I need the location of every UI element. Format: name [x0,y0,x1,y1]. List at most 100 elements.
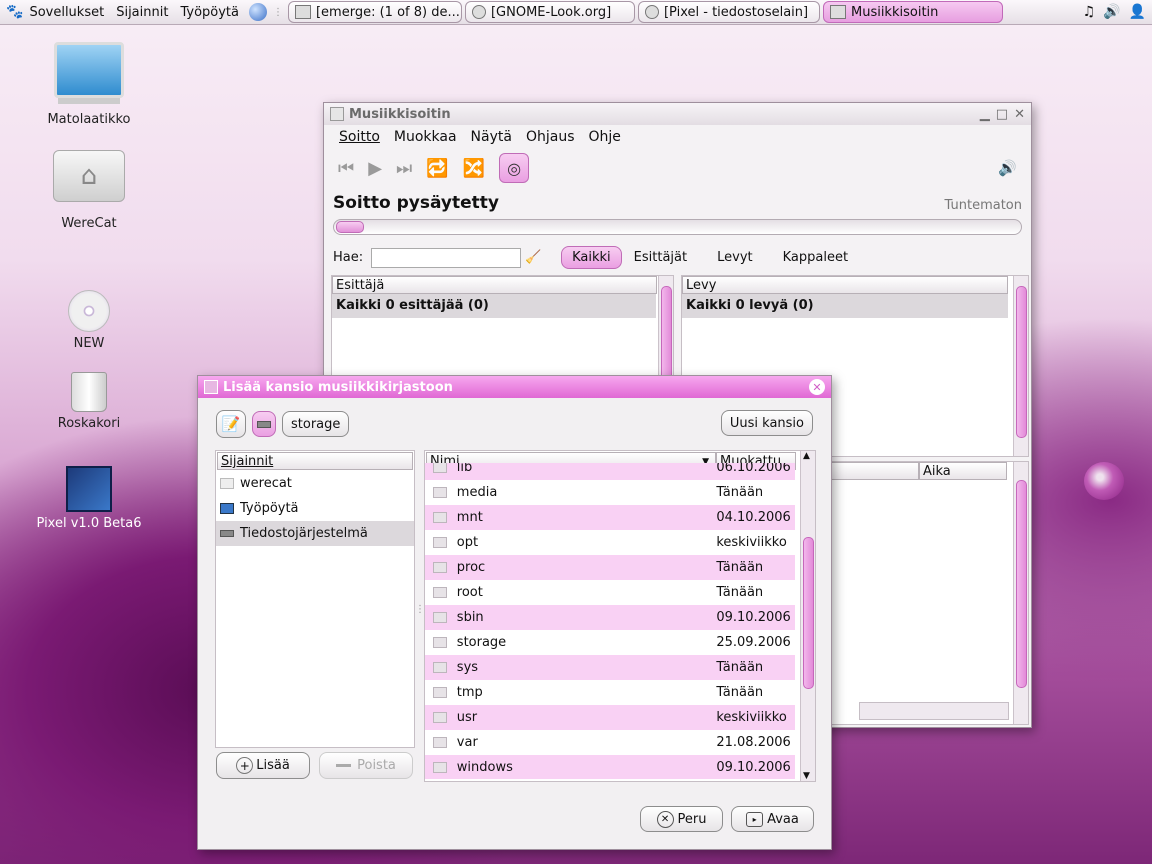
dialog-title: Lisää kansio musiikkikirjastoon [223,379,453,395]
file-row[interactable]: root Tänään [425,580,795,605]
file-date: Tänään [716,560,764,575]
applications-menu[interactable]: 🐾 Sovellukset [0,1,110,23]
taskbar-item-music-player[interactable]: Musiikkisoitin [822,1,1003,23]
cancel-button[interactable]: ✕ Peru [640,806,723,832]
song-hscrollbar[interactable] [859,702,1009,720]
volume-icon[interactable]: 🔊 [1103,4,1120,20]
web-browser-launcher-icon[interactable] [248,3,267,21]
repeat-icon[interactable]: 🔁 [426,158,448,179]
file-row[interactable]: var 21.08.2006 [425,730,795,755]
places-item-werecat[interactable]: werecat [216,471,414,496]
desktop-icon-home[interactable]: ⌂ WereCat [34,150,144,231]
desktop-icon-pixel[interactable]: Pixel v1.0 Beta6 [34,466,144,531]
scroll-down-icon[interactable]: ▼ [803,771,810,781]
file-row[interactable]: opt keskiviikko [425,530,795,555]
dialog-titlebar[interactable]: Lisää kansio musiikkikirjastoon ✕ [198,376,831,398]
folder-icon [433,512,447,523]
taskbar-item-emerge[interactable]: [emerge: (1 of 8) de... [287,1,462,23]
play-icon[interactable]: ▶ [368,158,382,179]
folder-icon [433,487,447,498]
file-row[interactable]: lib 06.10.2006 [425,463,795,480]
taskbar-item-gnome-look[interactable]: [GNOME-Look.org] [464,1,635,23]
library-toggle-button[interactable]: ◎ [499,153,530,183]
music-player-titlebar[interactable]: Musiikkisoitin ▁ □ ✕ [324,103,1031,125]
taskbar-item-pixel[interactable]: [Pixel - tiedostoselain] [637,1,820,23]
file-row[interactable]: sbin 09.10.2006 [425,605,795,630]
window-title: Musiikkisoitin [349,106,451,122]
remove-place-button[interactable]: Poista [319,752,413,779]
previous-icon[interactable]: ⏮ [338,158,354,179]
clear-search-icon[interactable]: 🧹 [525,250,541,265]
add-place-label: Lisää [256,758,290,773]
open-button[interactable]: ▸ Avaa [731,806,814,832]
music-player-icon [829,5,846,19]
menu-soitto[interactable]: Soitto [339,129,380,145]
trash-icon [71,372,107,412]
tab-artists[interactable]: Esittäjät [624,247,697,268]
computer-icon [54,42,124,98]
taskbar-item-label: Musiikkisoitin [850,4,939,20]
add-place-button[interactable]: + Lisää [216,752,310,779]
places-column-header[interactable]: Sijainnit [217,452,413,470]
file-row[interactable]: media Tänään [425,480,795,505]
desktop-icon-cdrom[interactable]: NEW [34,290,144,351]
places-menu[interactable]: Sijainnit [110,1,174,23]
file-row[interactable]: windows 09.10.2006 [425,755,795,779]
places-item-desktop[interactable]: Työpöytä [216,496,414,521]
path-root-button[interactable] [252,411,276,437]
song-scrollbar[interactable] [1013,462,1028,724]
file-list-scrollbar[interactable]: ▲ ▼ [800,451,815,781]
cdrom-icon [68,290,110,332]
taskbar-item-label: [emerge: (1 of 8) de... [315,4,460,20]
path-storage-button[interactable]: storage [282,411,350,437]
music-note-icon[interactable]: ♫ [1083,4,1096,20]
tab-albums[interactable]: Levyt [707,247,763,268]
menu-nayta[interactable]: Näytä [471,129,512,145]
volume-icon[interactable]: 🔊 [998,159,1017,177]
artist-column-header[interactable]: Esittäjä [332,276,657,294]
file-name: windows [456,760,513,775]
desktop-menu[interactable]: Työpöytä [174,1,245,23]
progress-bar[interactable] [333,219,1022,235]
album-scrollbar[interactable] [1013,276,1028,456]
cancel-label: Peru [677,811,707,827]
applications-menu-label: Sovellukset [29,4,105,20]
places-item-filesystem[interactable]: Tiedostojärjestelmä [216,521,414,546]
open-label: Avaa [767,811,799,827]
album-row-all[interactable]: Kaikki 0 levyä (0) [682,294,1008,318]
maximize-icon[interactable]: □ [996,107,1008,122]
file-row[interactable]: proc Tänään [425,555,795,580]
menu-muokkaa[interactable]: Muokkaa [394,129,457,145]
tab-songs[interactable]: Kappaleet [773,247,858,268]
file-date: keskiviikko [716,535,787,550]
artist-row-all[interactable]: Kaikki 0 esittäjää (0) [332,294,656,318]
shuffle-icon[interactable]: 🔀 [463,158,485,179]
desktop-icon-trash[interactable]: Roskakori [34,372,144,431]
file-row[interactable]: sys Tänään [425,655,795,680]
desktop-icon-label: NEW [73,336,105,351]
location-edit-button[interactable]: 📝 [216,410,246,438]
user-icon[interactable]: 👤 [1129,4,1146,20]
file-date: Tänään [716,585,764,600]
file-row[interactable]: tmp Tänään [425,680,795,705]
progress-slider[interactable] [336,221,364,233]
menu-ohje[interactable]: Ohje [588,129,620,145]
scroll-up-icon[interactable]: ▲ [803,451,810,461]
search-input[interactable] [371,247,522,268]
file-row[interactable]: usr keskiviikko [425,705,795,730]
music-player-icon [330,107,344,121]
tab-all[interactable]: Kaikki [561,246,622,269]
file-row[interactable]: storage 25.09.2006 [425,630,795,655]
file-row[interactable]: mnt 04.10.2006 [425,505,795,530]
next-icon[interactable]: ⏭ [396,158,412,179]
album-column-header[interactable]: Levy [682,276,1008,294]
add-folder-dialog: Lisää kansio musiikkikirjastoon ✕ 📝 stor… [197,375,832,850]
desktop-icon-computer[interactable]: Matolaatikko [34,42,144,127]
time-column-header[interactable]: Aika [919,462,1007,480]
close-icon[interactable]: ✕ [809,379,825,395]
minimize-icon[interactable]: ▁ [980,107,990,122]
menu-ohjaus[interactable]: Ohjaus [526,129,575,145]
system-tray: ♫ 🔊 👤 [1083,0,1152,24]
new-folder-button[interactable]: Uusi kansio [720,410,813,436]
close-icon[interactable]: ✕ [1014,107,1025,122]
